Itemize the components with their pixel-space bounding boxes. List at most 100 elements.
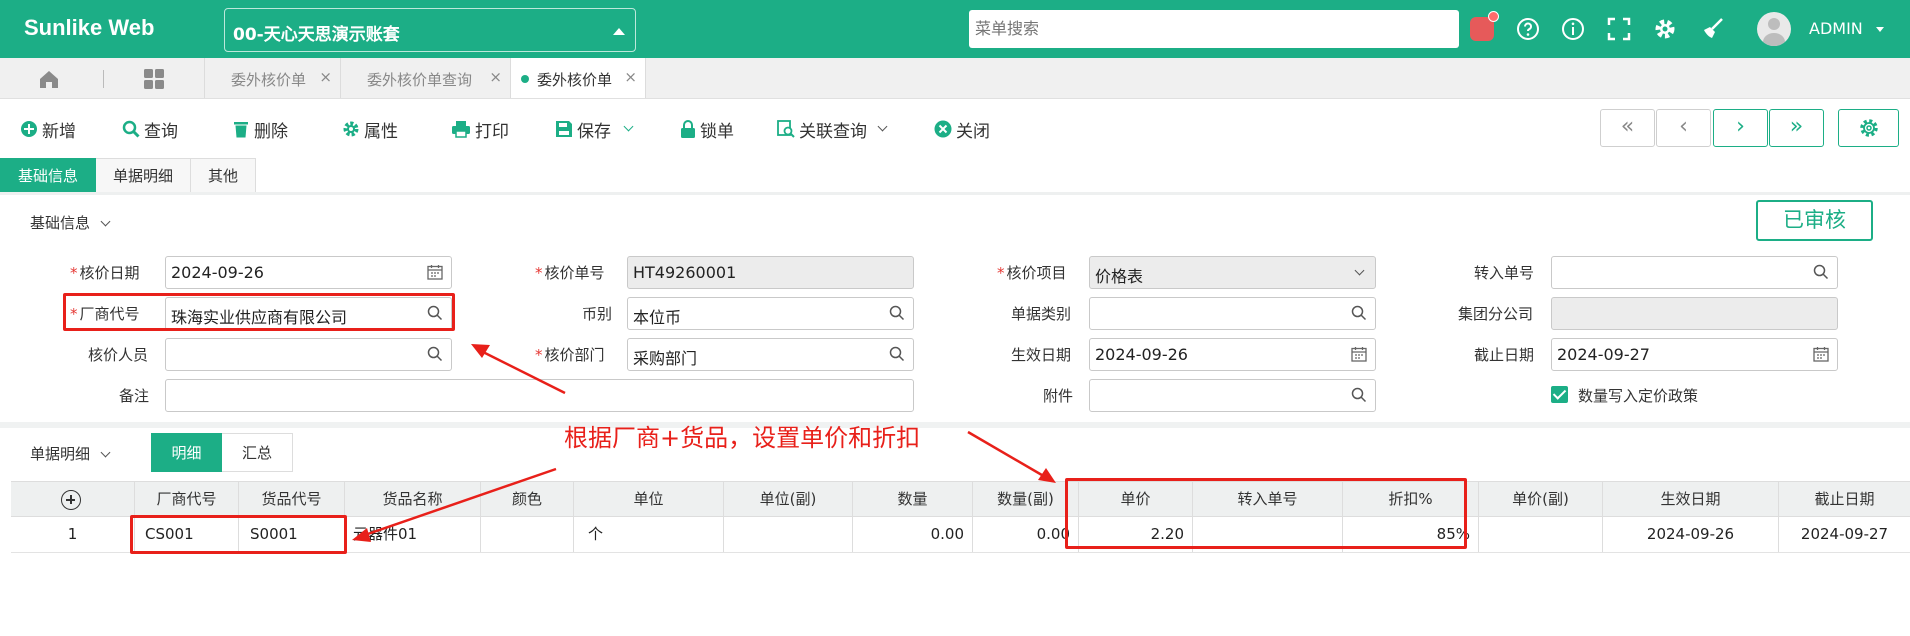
fullscreen-icon[interactable]: [1606, 16, 1632, 42]
save-button[interactable]: 保存: [555, 117, 634, 142]
col-header[interactable]: 厂商代号: [135, 482, 239, 516]
write-pricing-label: 数量写入定价政策: [1578, 387, 1699, 405]
col-header[interactable]: 货品代号: [239, 482, 345, 516]
add-button[interactable]: 新增: [20, 117, 76, 142]
write-pricing-checkbox[interactable]: [1551, 386, 1568, 403]
price-item-label: * 核价项目: [997, 264, 1067, 282]
last-record-button[interactable]: »: [1769, 109, 1824, 147]
prev-record-button[interactable]: ‹: [1656, 109, 1711, 147]
apps-grid-icon[interactable]: [143, 68, 165, 90]
cell-color[interactable]: [481, 517, 574, 552]
cell-unit2[interactable]: [724, 517, 853, 552]
note-label: 备注: [119, 387, 150, 405]
section-divider: [0, 422, 1910, 428]
cell-product-name[interactable]: 元器件01: [345, 517, 481, 552]
attachment-field[interactable]: [1089, 379, 1376, 412]
col-header[interactable]: 单价(副): [1479, 482, 1603, 516]
user-name[interactable]: ADMIN: [1809, 19, 1863, 38]
attachment-label: 附件: [1043, 387, 1074, 405]
calendar-icon[interactable]: [1351, 346, 1367, 362]
chevron-down-icon: [1354, 265, 1365, 276]
clear-cache-icon[interactable]: [1700, 16, 1726, 42]
col-header[interactable]: 截止日期: [1779, 482, 1910, 516]
home-icon[interactable]: [38, 68, 60, 90]
tab-detail[interactable]: 单据明细: [96, 158, 192, 193]
date-field[interactable]: 2024-09-26: [165, 256, 452, 289]
cell-unit[interactable]: 个: [574, 517, 724, 552]
first-record-button[interactable]: «: [1600, 109, 1655, 147]
help-icon[interactable]: [1515, 16, 1541, 42]
search-icon[interactable]: [1351, 305, 1367, 321]
tab-outsource-price-query[interactable]: 委外核价单查询 ×: [340, 58, 510, 98]
tab-outsource-price-1[interactable]: 委外核价单 ×: [204, 58, 340, 98]
caret-down-icon[interactable]: [1876, 27, 1884, 32]
avatar[interactable]: [1757, 12, 1791, 46]
menu-search[interactable]: [969, 10, 1459, 48]
import-no-label: 转入单号: [1474, 264, 1535, 282]
add-row-icon[interactable]: [61, 490, 81, 510]
currency-field[interactable]: 本位币: [627, 297, 914, 330]
menu-search-input[interactable]: [975, 19, 1453, 38]
related-query-button[interactable]: 关联查询: [777, 117, 888, 142]
account-selector[interactable]: 00-天心天思演示账套: [224, 8, 636, 52]
page-settings-button[interactable]: [1838, 109, 1899, 147]
dept-label: * 核价部门: [535, 346, 605, 364]
col-header[interactable]: 数量: [853, 482, 973, 516]
cell-qty[interactable]: 0.00: [853, 517, 973, 552]
col-header[interactable]: 数量(副): [973, 482, 1079, 516]
basic-info-header[interactable]: 基础信息: [30, 212, 111, 233]
properties-button[interactable]: 属性: [342, 117, 398, 142]
staff-label: 核价人员: [88, 346, 149, 364]
chevron-down-icon[interactable]: [877, 121, 888, 131]
tab-basic-info[interactable]: 基础信息: [0, 158, 97, 193]
search-icon[interactable]: [889, 346, 905, 362]
save-icon: [556, 121, 572, 137]
cell-price2[interactable]: [1479, 517, 1603, 552]
next-record-button[interactable]: ›: [1713, 109, 1768, 147]
grid-header: 厂商代号 货品代号 货品名称 颜色 单位 单位(副) 数量 数量(副) 单价 转…: [11, 481, 1910, 517]
search-icon[interactable]: [427, 346, 443, 362]
col-header[interactable]: 颜色: [481, 482, 574, 516]
cell-qty2[interactable]: 0.00: [973, 517, 1079, 552]
staff-field[interactable]: [165, 338, 452, 371]
col-header[interactable]: 单位(副): [724, 482, 853, 516]
query-button[interactable]: 查询: [122, 117, 178, 142]
tab-summary[interactable]: 汇总: [222, 433, 293, 472]
print-button[interactable]: 打印: [451, 117, 509, 142]
doc-type-field[interactable]: [1089, 297, 1376, 330]
tab-outsource-price-active[interactable]: 委外核价单 ×: [510, 58, 646, 98]
chevron-down-icon: [100, 447, 111, 458]
gear-icon[interactable]: [1652, 16, 1678, 42]
tab-other[interactable]: 其他: [191, 158, 257, 193]
cell-effective-date[interactable]: 2024-09-26: [1603, 517, 1779, 552]
detail-header[interactable]: 单据明细: [30, 443, 111, 464]
calendar-icon[interactable]: [427, 264, 443, 280]
close-button[interactable]: 关闭: [934, 117, 990, 142]
price-item-select[interactable]: 价格表: [1089, 256, 1376, 289]
row-index: 1: [11, 517, 135, 552]
search-icon[interactable]: [1813, 264, 1829, 280]
note-field[interactable]: [165, 379, 914, 412]
col-header[interactable]: 生效日期: [1603, 482, 1779, 516]
close-icon[interactable]: ×: [624, 68, 637, 86]
close-icon[interactable]: ×: [489, 68, 502, 86]
effective-date-field[interactable]: 2024-09-26: [1089, 338, 1376, 371]
cell-end-date[interactable]: 2024-09-27: [1779, 517, 1910, 552]
dept-field[interactable]: 采购部门: [627, 338, 914, 371]
tab-detail-lines[interactable]: 明细: [151, 433, 222, 472]
effective-date-label: 生效日期: [1011, 346, 1072, 364]
end-date-field[interactable]: 2024-09-27: [1551, 338, 1838, 371]
info-icon[interactable]: [1560, 16, 1586, 42]
notification-icon[interactable]: [1470, 11, 1499, 41]
search-icon[interactable]: [889, 305, 905, 321]
annotation-text: 根据厂商+货品，设置单价和折扣: [564, 424, 921, 452]
calendar-icon[interactable]: [1813, 346, 1829, 362]
delete-button[interactable]: 删除: [232, 117, 288, 142]
col-header[interactable]: 货品名称: [345, 482, 481, 516]
chevron-down-icon[interactable]: [623, 121, 634, 131]
search-icon[interactable]: [1351, 387, 1367, 403]
close-icon[interactable]: ×: [319, 68, 332, 86]
col-header[interactable]: 单位: [574, 482, 724, 516]
lock-button[interactable]: 锁单: [680, 117, 734, 142]
import-no-field[interactable]: [1551, 256, 1838, 289]
